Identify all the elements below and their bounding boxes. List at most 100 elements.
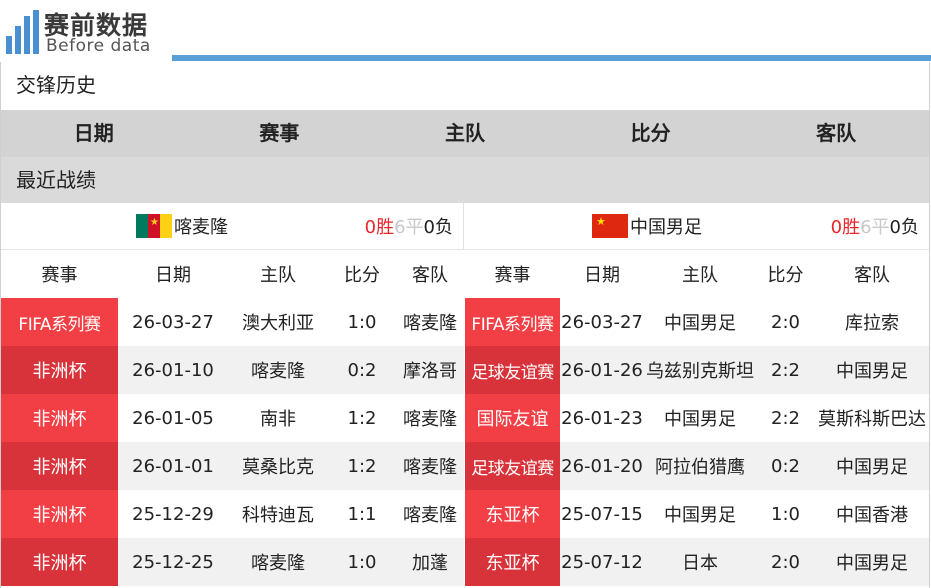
home-cell: 乌兹别克斯坦: [644, 346, 756, 394]
score-cell: 1:0: [328, 538, 396, 586]
date-cell: 26-03-27: [118, 298, 228, 346]
competition-cell: 非洲杯: [1, 538, 118, 586]
record-draw: 6平: [860, 217, 890, 238]
section-title-h2h: 交锋历史: [1, 62, 929, 108]
record-loss: 0负: [889, 217, 919, 238]
col-home: 主队: [228, 250, 328, 298]
header-divider: [172, 55, 931, 61]
date-cell: 26-03-27: [560, 298, 644, 346]
record-loss: 0负: [423, 217, 453, 238]
score-cell: 2:0: [756, 298, 815, 346]
date-cell: 26-01-26: [560, 346, 644, 394]
away-cell: 加蓬: [396, 538, 464, 586]
date-cell: 26-01-01: [118, 442, 228, 490]
col-competition: 赛事: [1, 250, 118, 298]
bar-chart-icon: [6, 10, 39, 54]
table-row[interactable]: 国际友谊 26-01-23 中国男足 2:2 莫斯科斯巴达: [465, 394, 929, 442]
score-cell: 1:1: [328, 490, 396, 538]
away-cell: 喀麦隆: [396, 442, 464, 490]
date-cell: 25-12-25: [118, 538, 228, 586]
table-header-row: 赛事 日期 主队 比分 客队: [465, 250, 929, 298]
table-row[interactable]: 东亚杯 25-07-15 中国男足 1:0 中国香港: [465, 490, 929, 538]
date-cell: 25-07-12: [560, 538, 644, 586]
h2h-col-date: 日期: [73, 121, 114, 145]
score-cell: 1:2: [328, 442, 396, 490]
away-cell: 莫斯科斯巴达: [815, 394, 929, 442]
away-cell: 中国男足: [815, 442, 929, 490]
score-cell: 0:2: [328, 346, 396, 394]
table-row[interactable]: 东亚杯 25-07-12 日本 2:0 中国男足: [465, 538, 929, 586]
home-cell: 中国男足: [644, 298, 756, 346]
section-title-recent: 最近战绩: [1, 157, 929, 203]
home-cell: 南非: [228, 394, 328, 442]
h2h-col-home: 主队: [444, 121, 485, 145]
score-cell: 2:0: [756, 538, 815, 586]
table-row[interactable]: FIFA系列赛 26-03-27 澳大利亚 1:0 喀麦隆: [1, 298, 464, 346]
team-bar-right: 中国男足 0胜6平0负: [465, 203, 929, 250]
competition-cell: 非洲杯: [1, 394, 118, 442]
table-row[interactable]: 非洲杯 26-01-01 莫桑比克 1:2 喀麦隆: [1, 442, 464, 490]
competition-cell: 非洲杯: [1, 346, 118, 394]
record-draw: 6平: [394, 217, 424, 238]
table-header-row: 赛事 日期 主队 比分 客队: [1, 250, 464, 298]
h2h-col-score: 比分: [630, 121, 671, 145]
score-cell: 1:2: [328, 394, 396, 442]
table-row[interactable]: 非洲杯 25-12-25 喀麦隆 1:0 加蓬: [1, 538, 464, 586]
score-cell: 2:2: [756, 394, 815, 442]
col-score: 比分: [328, 250, 396, 298]
col-away: 客队: [815, 250, 929, 298]
away-cell: 中国男足: [815, 538, 929, 586]
team-name-right: 中国男足: [630, 217, 702, 238]
home-cell: 中国男足: [644, 490, 756, 538]
h2h-col-away: 客队: [816, 121, 857, 145]
competition-cell: 足球友谊赛: [465, 346, 560, 394]
table-row[interactable]: 非洲杯 26-01-10 喀麦隆 0:2 摩洛哥: [1, 346, 464, 394]
competition-cell: 国际友谊: [465, 394, 560, 442]
away-cell: 中国香港: [815, 490, 929, 538]
away-cell: 库拉索: [815, 298, 929, 346]
date-cell: 26-01-05: [118, 394, 228, 442]
h2h-column-header: 日期 赛事 主队 比分 客队: [1, 110, 929, 157]
h2h-col-competition: 赛事: [259, 121, 300, 145]
cameroon-flag-icon: [136, 214, 172, 238]
team-bar-left: 喀麦隆 0胜6平0负: [1, 203, 464, 250]
col-home: 主队: [644, 250, 756, 298]
record-left: 0胜6平0负: [365, 213, 453, 239]
china-flag-icon: [592, 214, 628, 238]
away-cell: 中国男足: [815, 346, 929, 394]
table-row[interactable]: 非洲杯 25-12-29 科特迪瓦 1:1 喀麦隆: [1, 490, 464, 538]
home-cell: 澳大利亚: [228, 298, 328, 346]
home-cell: 日本: [644, 538, 756, 586]
recent-table-left: 赛事 日期 主队 比分 客队 FIFA系列赛 26-03-27 澳大利亚 1:0…: [1, 250, 464, 586]
home-cell: 中国男足: [644, 394, 756, 442]
recent-table-right: 赛事 日期 主队 比分 客队 FIFA系列赛 26-03-27 中国男足 2:0…: [465, 250, 929, 586]
table-row[interactable]: 足球友谊赛 26-01-20 阿拉伯猎鹰 0:2 中国男足: [465, 442, 929, 490]
competition-cell: 足球友谊赛: [465, 442, 560, 490]
record-win: 0胜: [364, 217, 395, 238]
home-cell: 莫桑比克: [228, 442, 328, 490]
away-cell: 喀麦隆: [396, 298, 464, 346]
home-cell: 喀麦隆: [228, 346, 328, 394]
date-cell: 25-12-29: [118, 490, 228, 538]
date-cell: 26-01-10: [118, 346, 228, 394]
col-score: 比分: [756, 250, 815, 298]
table-row[interactable]: FIFA系列赛 26-03-27 中国男足 2:0 库拉索: [465, 298, 929, 346]
away-cell: 喀麦隆: [396, 490, 464, 538]
record-win: 0胜: [830, 217, 861, 238]
away-cell: 摩洛哥: [396, 346, 464, 394]
brand-subtitle: Before data: [46, 36, 151, 56]
date-cell: 25-07-15: [560, 490, 644, 538]
table-row[interactable]: 非洲杯 26-01-05 南非 1:2 喀麦隆: [1, 394, 464, 442]
record-right: 0胜6平0负: [831, 213, 919, 239]
competition-cell: 非洲杯: [1, 490, 118, 538]
col-away: 客队: [396, 250, 464, 298]
table-row[interactable]: 足球友谊赛 26-01-26 乌兹别克斯坦 2:2 中国男足: [465, 346, 929, 394]
away-cell: 喀麦隆: [396, 394, 464, 442]
score-cell: 1:0: [328, 298, 396, 346]
col-date: 日期: [118, 250, 228, 298]
score-cell: 0:2: [756, 442, 815, 490]
col-competition: 赛事: [465, 250, 560, 298]
header: 赛前数据 Before data: [0, 0, 931, 62]
team-name-left: 喀麦隆: [174, 217, 228, 238]
score-cell: 2:2: [756, 346, 815, 394]
